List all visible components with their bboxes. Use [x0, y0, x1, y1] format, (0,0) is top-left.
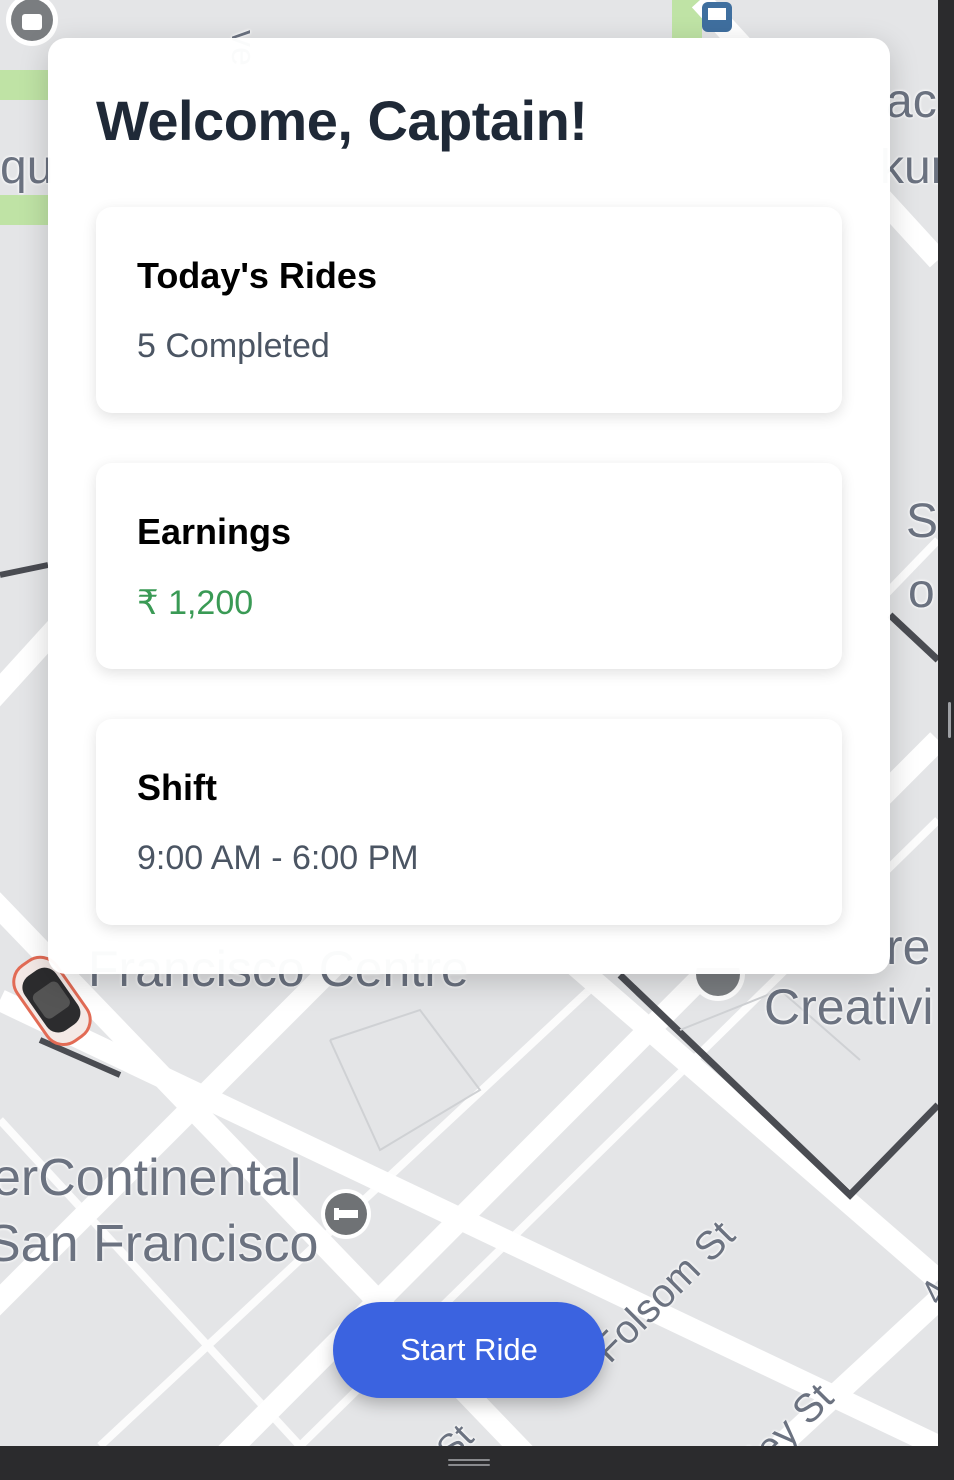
card-shift: Shift 9:00 AM - 6:00 PM — [96, 719, 842, 925]
map-label-right-o: o — [908, 565, 935, 618]
hotel-pin-icon — [321, 1189, 371, 1239]
rides-count-value: 5 Completed — [137, 327, 330, 365]
map-label-creativ: Creativi — [764, 979, 934, 1035]
resize-handle[interactable] — [948, 702, 951, 738]
map-label-hotel-line1: erContinental — [0, 1149, 302, 1207]
earnings-value: ₹ 1,200 — [137, 584, 254, 622]
map-label-right-s: S — [906, 495, 938, 548]
scrollbar-track[interactable] — [938, 0, 954, 1446]
map-label-left-q: qu — [0, 141, 54, 194]
map-label-right-top1: ac — [886, 75, 937, 128]
drag-grip-icon[interactable] — [448, 1459, 490, 1467]
shift-time-value: 9:00 AM - 6:00 PM — [137, 839, 419, 877]
card-todays-rides: Today's Rides 5 Completed — [96, 207, 842, 413]
page-title: Welcome, Captain! — [96, 89, 588, 152]
dashboard-panel: Welcome, Captain! Today's Rides 5 Comple… — [48, 38, 890, 974]
card-title: Shift — [137, 767, 217, 808]
transit-pin-icon — [702, 2, 732, 32]
start-ride-button[interactable]: Start Ride — [333, 1302, 605, 1398]
card-title: Today's Rides — [137, 255, 377, 296]
map-label-right-re: re — [886, 919, 931, 975]
map-label-hotel-line2: San Francisco — [0, 1215, 319, 1273]
card-earnings: Earnings ₹ 1,200 — [96, 463, 842, 669]
card-title: Earnings — [137, 511, 292, 552]
